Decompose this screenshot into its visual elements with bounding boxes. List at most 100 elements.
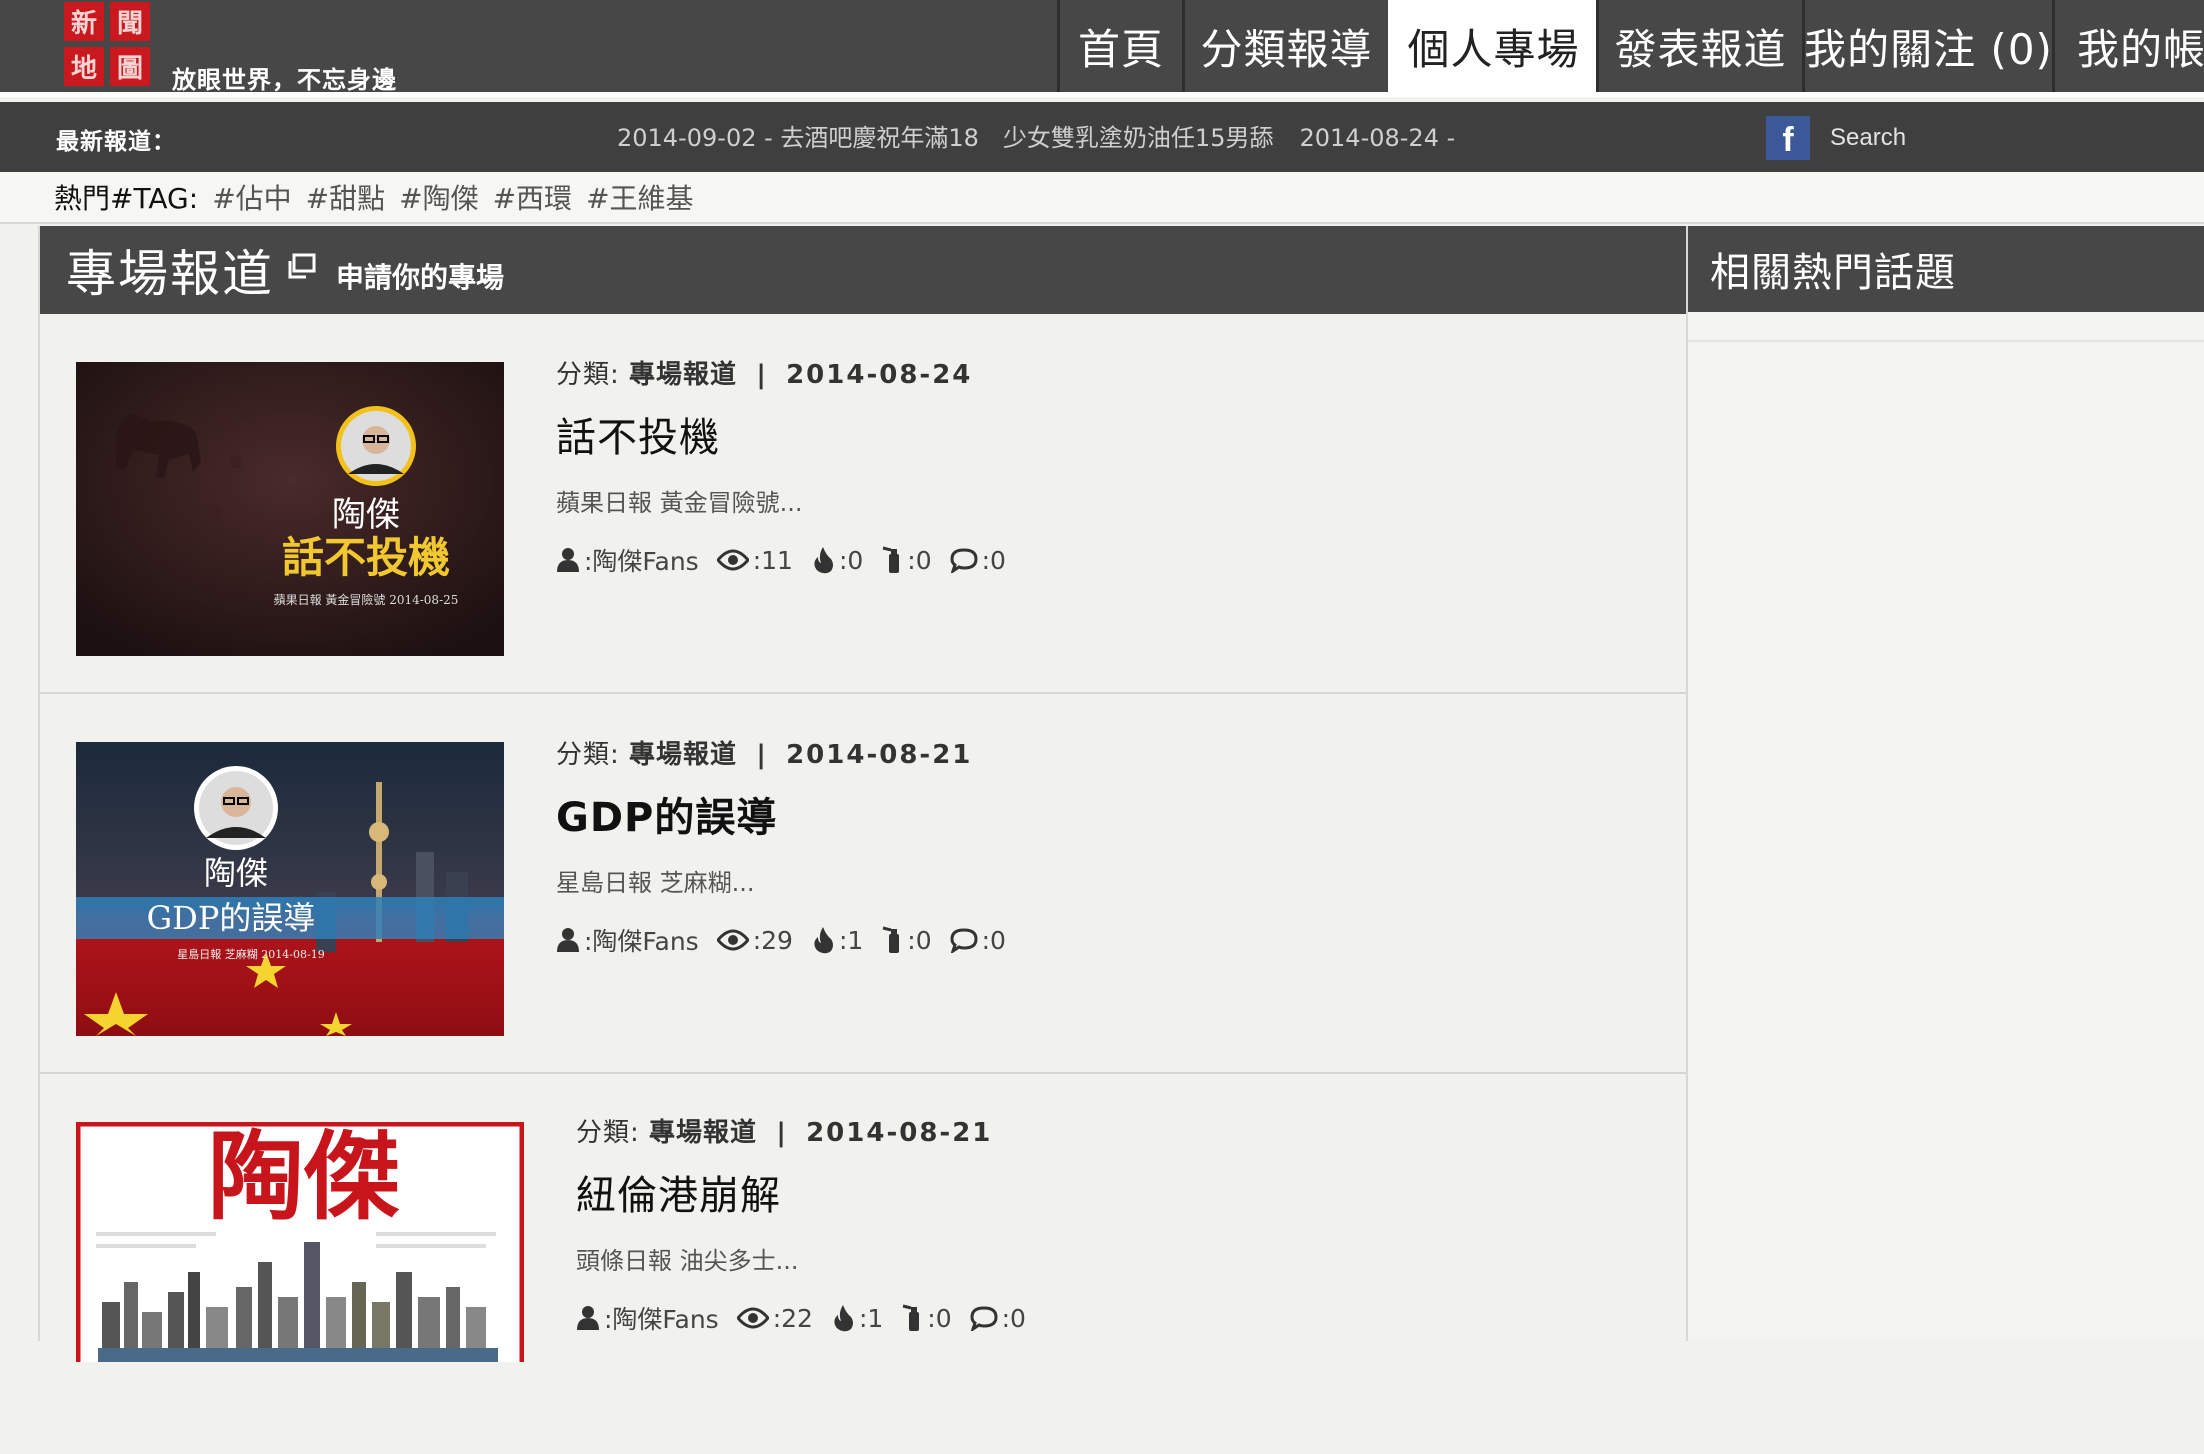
category-link[interactable]: 專場報道 — [649, 1118, 757, 1148]
category-label: 分類: — [556, 360, 620, 390]
hot-stat[interactable]: :1 — [811, 926, 863, 955]
category-label: 分類: — [556, 740, 620, 770]
hot-tags-label: 熱門#TAG: — [54, 182, 199, 215]
latest-news-ticker: 最新報道： 2014-09-02 - 去酒吧慶祝年滿18 少女雙乳塗奶油任15男… — [0, 102, 2204, 172]
article-thumbnail[interactable]: 陶傑 — [76, 1122, 524, 1362]
comments-count: :0 — [981, 545, 1006, 575]
extinguisher-icon — [882, 546, 900, 573]
article-meta: 分類: 專場報道 | 2014-08-21 GDP的誤導 星島日報 芝麻糊...… — [556, 734, 1024, 958]
nav-post-report[interactable]: 發表報道 — [1596, 0, 1802, 92]
article-title[interactable]: 紐倫港崩解 — [576, 1163, 1044, 1221]
ticker-label: 最新報道： — [56, 129, 176, 155]
ticker-item[interactable]: 2014-08-24 - 話不投機 — [1299, 124, 1459, 152]
hot-tag[interactable]: #甜點 — [306, 177, 385, 217]
nav-personal-columns[interactable]: 個人專場 — [1388, 0, 1596, 92]
hot-stat[interactable]: :0 — [811, 546, 863, 575]
hot-count: :1 — [838, 925, 864, 955]
author-stat[interactable]: :陶傑Fans — [576, 1300, 719, 1336]
comment-icon — [970, 1306, 998, 1331]
site-logo[interactable]: 新 聞 地 圖 — [62, 0, 152, 88]
hot-tag[interactable]: #陶傑 — [399, 177, 478, 217]
article-item: 陶傑 GDP的誤導 星島日報 芝麻糊 2014-08-19 分類: 專場報道 |… — [40, 694, 1686, 1074]
user-icon — [557, 548, 579, 572]
hot-tag[interactable]: #王維基 — [586, 177, 693, 217]
section-title: 專場報道 — [66, 245, 274, 303]
category-label: 分類: — [576, 1118, 640, 1148]
article-date: 2014-08-21 — [806, 1118, 993, 1148]
facebook-icon[interactable]: f — [1766, 116, 1810, 160]
main-nav: 首頁 分類報導 個人專場 發表報道 我的關注 (0) 我的帳戶 — [1057, 0, 2204, 92]
cool-stat[interactable]: :0 — [881, 546, 932, 575]
article-item: 陶傑 分類: 專場報道 | 2014-08-21 紐倫港崩解 頭條日報 油尖多士… — [40, 1074, 1686, 1454]
views-stat: :11 — [716, 546, 793, 575]
section-header: 專場報道 申請你的專場 — [40, 226, 1686, 314]
search-input[interactable] — [1830, 116, 2130, 160]
views-count: :29 — [752, 925, 793, 955]
article-date: 2014-08-21 — [786, 740, 973, 770]
separator: | — [776, 1118, 787, 1148]
thumb-caption: 蘋果日報 黃金冒險號 2014-08-25 — [274, 592, 459, 607]
site-slogan: 放眼世界，不忘身邊 — [172, 66, 397, 94]
fire-icon — [834, 1305, 853, 1332]
thumb-headline: GDP的誤導 — [147, 899, 316, 937]
article-excerpt: 星島日報 芝麻糊... — [556, 869, 755, 897]
article-meta: 分類: 專場報道 | 2014-08-21 紐倫港崩解 頭條日報 油尖多士...… — [576, 1112, 1044, 1336]
article-stats: :陶傑Fans :22 :1 :0 :0 — [576, 1300, 1044, 1336]
hot-tag[interactable]: #西環 — [493, 177, 572, 217]
article-thumbnail[interactable]: 陶傑 GDP的誤導 星島日報 芝麻糊 2014-08-19 — [76, 742, 504, 1036]
comments-stat[interactable]: :0 — [950, 926, 1006, 955]
hot-count: :1 — [858, 1303, 884, 1333]
views-stat: :29 — [716, 925, 793, 955]
nav-home[interactable]: 首頁 — [1057, 0, 1182, 92]
thumb-caption: 星島日報 芝麻糊 2014-08-19 — [177, 947, 324, 961]
sidebar-title: 相關熱門話題 — [1688, 226, 2204, 312]
apply-icon[interactable] — [288, 251, 318, 289]
nav-following[interactable]: 我的關注 (0) — [1802, 0, 2052, 92]
user-icon — [577, 1306, 599, 1330]
ticker-item[interactable]: 2014-09-02 - 去酒吧慶祝年滿18 少女雙乳塗奶油任15男舔 — [617, 124, 1273, 152]
extinguisher-icon — [902, 1304, 920, 1331]
extinguisher-icon — [882, 926, 900, 953]
sidebar: 相關熱門話題 — [1688, 226, 2204, 1341]
cool-count: :0 — [907, 925, 932, 955]
comment-icon — [950, 548, 978, 573]
author-name: :陶傑Fans — [584, 927, 699, 956]
thumb-name: 陶傑 — [208, 1122, 400, 1233]
ticker-items: 2014-09-02 - 去酒吧慶祝年滿18 少女雙乳塗奶油任15男舔 2014-… — [617, 118, 1459, 154]
category-link[interactable]: 專場報道 — [629, 360, 737, 390]
comment-icon — [950, 928, 978, 953]
cool-stat[interactable]: :0 — [901, 1304, 952, 1333]
eye-icon — [736, 1307, 769, 1329]
article-thumbnail[interactable]: 陶傑 話不投機 蘋果日報 黃金冒險號 2014-08-25 — [76, 362, 504, 656]
views-stat: :22 — [736, 1303, 813, 1333]
sidebar-divider — [1688, 340, 2204, 342]
category-link[interactable]: 專場報道 — [629, 740, 737, 770]
author-name: :陶傑Fans — [604, 1305, 719, 1334]
hot-tags-bar: 熱門#TAG: #佔中 #甜點 #陶傑 #西環 #王維基 — [0, 172, 2204, 224]
author-stat[interactable]: :陶傑Fans — [556, 922, 699, 958]
hot-tag[interactable]: #佔中 — [212, 177, 291, 217]
hot-count: :0 — [838, 545, 864, 575]
article-title[interactable]: 話不投機 — [556, 405, 1024, 463]
comments-count: :0 — [981, 925, 1006, 955]
article-meta: 分類: 專場報道 | 2014-08-24 話不投機 蘋果日報 黃金冒險號...… — [556, 354, 1024, 578]
article-item: 陶傑 話不投機 蘋果日報 黃金冒險號 2014-08-25 分類: 專場報道 |… — [40, 314, 1686, 694]
views-count: :22 — [772, 1303, 813, 1333]
comments-count: :0 — [1001, 1303, 1026, 1333]
logo-char: 聞 — [110, 2, 150, 41]
comments-stat[interactable]: :0 — [970, 1304, 1026, 1333]
fire-icon — [814, 547, 833, 574]
author-stat[interactable]: :陶傑Fans — [556, 542, 699, 578]
comments-stat[interactable]: :0 — [950, 546, 1006, 575]
logo-char: 新 — [64, 2, 104, 41]
article-category-line: 分類: 專場報道 | 2014-08-24 — [556, 354, 1024, 391]
hot-stat[interactable]: :1 — [831, 1304, 883, 1333]
cool-stat[interactable]: :0 — [881, 925, 932, 955]
nav-categories[interactable]: 分類報導 — [1182, 0, 1388, 92]
apply-column-link[interactable]: 申請你的專場 — [336, 256, 504, 296]
article-title[interactable]: GDP的誤導 — [556, 785, 1024, 843]
logo-char: 地 — [64, 47, 104, 86]
nav-my-account[interactable]: 我的帳戶 — [2052, 0, 2204, 92]
article-stats: :陶傑Fans :11 :0 :0 :0 — [556, 542, 1024, 578]
eye-icon — [716, 929, 749, 951]
